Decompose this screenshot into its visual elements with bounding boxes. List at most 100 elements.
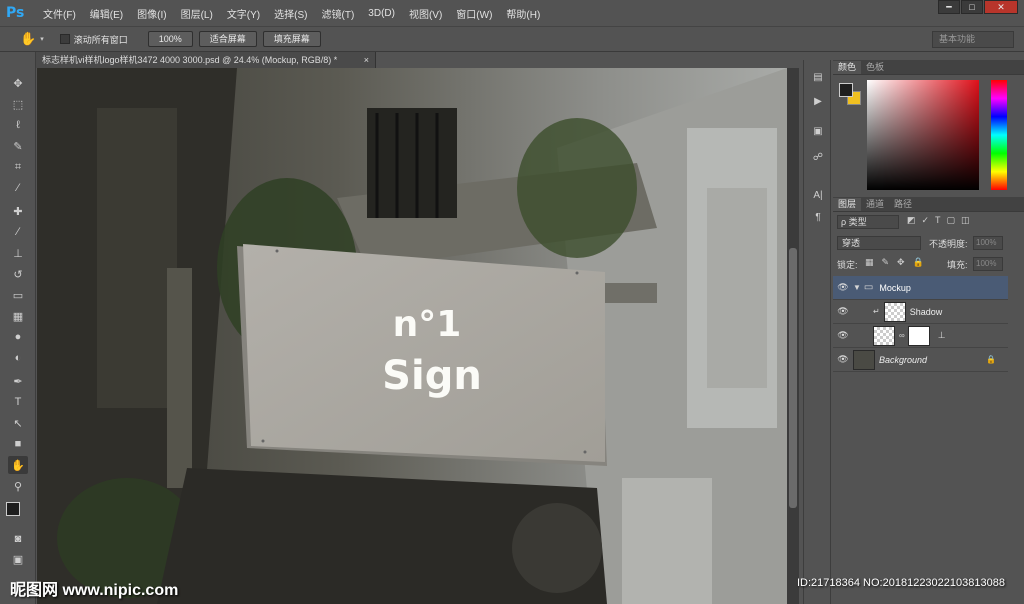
layers-panel: ρ 类型 ◩✓T▢◫ 穿透 不透明度: 100% 锁定: ▦✎✥🔒 填充: 10… xyxy=(833,212,1024,602)
zoom-100-button[interactable]: 100% xyxy=(147,31,193,47)
layer-name: Background xyxy=(879,354,928,365)
paragraph-icon[interactable]: ¶ xyxy=(810,212,826,226)
menu-3d[interactable]: 3D(D) xyxy=(368,8,395,19)
fg-color-chip[interactable] xyxy=(839,83,853,97)
scroll-all-checkbox[interactable] xyxy=(59,34,70,44)
fit-screen-button[interactable]: 适合屏幕 xyxy=(198,31,257,47)
actions-icon[interactable]: ▶ xyxy=(810,96,826,110)
group-expand-icon[interactable]: ▼ xyxy=(853,283,861,292)
layer-row-smart-object[interactable]: 👁 ∞ ⊥ xyxy=(833,324,1008,348)
visibility-eye-icon[interactable]: 👁 xyxy=(833,306,853,317)
crop-tool-icon[interactable]: ⌗ xyxy=(8,158,28,176)
workspace-select[interactable]: 基本功能 xyxy=(932,31,1014,48)
scroll-all-label: 滚动所有窗口 xyxy=(73,34,128,45)
background-thumbnail xyxy=(853,349,875,370)
scroll-all-windows-option[interactable]: 滚动所有窗口 xyxy=(59,33,128,46)
layer-row-shadow[interactable]: 👁 ↵ Shadow xyxy=(833,300,1008,324)
menu-filter[interactable]: 滤镜(T) xyxy=(322,6,355,21)
fill-input[interactable]: 100% xyxy=(973,257,1003,271)
layer-style-icon[interactable]: ⊥ xyxy=(938,330,946,341)
tab-swatches[interactable]: 色板 xyxy=(861,61,889,74)
color-field[interactable] xyxy=(867,80,979,190)
folder-icon: ▭ xyxy=(863,282,874,293)
tab-paths[interactable]: 路径 xyxy=(889,198,917,211)
menu-layer[interactable]: 图层(L) xyxy=(181,6,213,21)
menu-edit[interactable]: 编辑(E) xyxy=(90,6,123,21)
shape-tool-icon[interactable]: ■ xyxy=(8,435,28,453)
hand-tool-icon[interactable]: ✋ xyxy=(8,456,28,474)
hue-slider[interactable] xyxy=(991,80,1007,190)
path-select-tool-icon[interactable]: ↖ xyxy=(8,414,28,432)
options-bar: ✋ ▾ 滚动所有窗口 100% 适合屏幕 填充屏幕 基本功能 xyxy=(0,26,1024,52)
brush-tool-icon[interactable]: ∕ xyxy=(8,223,28,241)
layer-name: Shadow xyxy=(909,306,943,317)
close-tab-icon[interactable]: × xyxy=(364,52,369,68)
layers-panel-tabs: 图层 通道 路径 xyxy=(833,197,1024,212)
photoshop-logo: Ps xyxy=(6,5,25,21)
minimize-button[interactable]: ━ xyxy=(938,0,960,14)
lock-icon: 🔒 xyxy=(986,355,996,364)
opacity-input[interactable]: 100% xyxy=(973,236,1003,250)
layer-filter-icons[interactable]: ◩✓T▢◫ xyxy=(907,215,976,226)
chevron-down-icon[interactable]: ▾ xyxy=(40,35,44,43)
menu-select[interactable]: 选择(S) xyxy=(274,6,307,21)
image-id-watermark: ID:21718364 NO:20181223022103813088 xyxy=(797,577,1005,589)
quick-select-tool-icon[interactable]: ✎ xyxy=(8,137,28,155)
canvas-scrollbar[interactable] xyxy=(787,68,799,604)
tab-channels[interactable]: 通道 xyxy=(861,198,889,211)
healing-brush-tool-icon[interactable]: ✚ xyxy=(8,202,28,220)
menu-window[interactable]: 窗口(W) xyxy=(456,6,492,21)
tab-color[interactable]: 颜色 xyxy=(833,61,862,74)
menu-type[interactable]: 文字(Y) xyxy=(227,6,260,21)
eraser-tool-icon[interactable]: ▭ xyxy=(8,286,28,304)
lock-icons[interactable]: ▦✎✥🔒 xyxy=(865,257,932,268)
blend-mode-select[interactable]: 穿透 xyxy=(837,236,921,250)
character-icon[interactable]: A| xyxy=(810,190,826,204)
marquee-tool-icon[interactable]: ⬚ xyxy=(8,95,28,113)
properties-icon[interactable]: ☍ xyxy=(810,152,826,166)
layer-filter-select[interactable]: ρ 类型 xyxy=(837,215,899,229)
quick-mask-icon[interactable]: ◙ xyxy=(8,530,28,548)
tools-panel: ✥ ⬚ ℓ ✎ ⌗ ⁄ ✚ ∕ ⊥ ↺ ▭ ▦ ● ◐ ✒ T ↖ ■ ✋ ⚲ … xyxy=(0,52,36,604)
history-icon[interactable]: ▤ xyxy=(810,72,826,86)
menu-view[interactable]: 视图(V) xyxy=(409,6,442,21)
zoom-tool-icon[interactable]: ⚲ xyxy=(8,477,28,495)
document-title: 标志样机vi样机logo样机3472 4000 3000.psd @ 24.4%… xyxy=(42,55,338,65)
panel-icon-strip: ▤ ▶ ▣ ☍ A| ¶ xyxy=(803,60,831,604)
blur-tool-icon[interactable]: ● xyxy=(8,328,28,346)
link-icon: ∞ xyxy=(899,331,905,340)
layer-row-mockup[interactable]: 👁 ▼ ▭ Mockup xyxy=(833,276,1008,300)
menu-image[interactable]: 图像(I) xyxy=(137,6,166,21)
tab-layers[interactable]: 图层 xyxy=(833,198,862,211)
dodge-tool-icon[interactable]: ◐ xyxy=(8,349,28,367)
fill-screen-button[interactable]: 填充屏幕 xyxy=(262,31,321,47)
menu-file[interactable]: 文件(F) xyxy=(43,6,76,21)
eyedropper-tool-icon[interactable]: ⁄ xyxy=(8,179,28,197)
visibility-eye-icon[interactable]: 👁 xyxy=(833,330,853,341)
stamp-tool-icon[interactable]: ⊥ xyxy=(8,244,28,262)
history-brush-tool-icon[interactable]: ↺ xyxy=(8,265,28,283)
menu-bar: Ps 文件(F) 编辑(E) 图像(I) 图层(L) 文字(Y) 选择(S) 滤… xyxy=(0,0,1024,26)
menu-help[interactable]: 帮助(H) xyxy=(506,6,540,21)
scrollbar-thumb[interactable] xyxy=(789,248,797,508)
hand-tool-preset-icon[interactable]: ✋ xyxy=(20,31,36,47)
foreground-color-swatch[interactable] xyxy=(6,502,20,516)
lock-label: 锁定: xyxy=(837,260,858,270)
visibility-eye-icon[interactable]: 👁 xyxy=(833,282,853,293)
document-canvas[interactable]: n°1 Sign xyxy=(37,68,787,604)
layer-row-background[interactable]: 👁 Background 🔒 xyxy=(833,348,1008,372)
close-window-button[interactable]: ✕ xyxy=(984,0,1018,14)
maximize-button[interactable]: □ xyxy=(961,0,983,14)
screen-mode-icon[interactable]: ▣ xyxy=(8,550,28,568)
visibility-eye-icon[interactable]: 👁 xyxy=(833,354,853,365)
move-tool-icon[interactable]: ✥ xyxy=(8,74,28,92)
color-panel-tabs: 颜色 色板 xyxy=(833,60,1024,75)
lasso-tool-icon[interactable]: ℓ xyxy=(8,116,28,134)
document-tab[interactable]: 标志样机vi样机logo样机3472 4000 3000.psd @ 24.4%… xyxy=(36,52,376,68)
type-tool-icon[interactable]: T xyxy=(8,393,28,411)
gradient-tool-icon[interactable]: ▦ xyxy=(8,307,28,325)
layer-name: Mockup xyxy=(879,282,911,293)
smart-object-thumbnail xyxy=(873,325,895,346)
pen-tool-icon[interactable]: ✒ xyxy=(8,372,28,390)
info-icon[interactable]: ▣ xyxy=(810,126,826,140)
